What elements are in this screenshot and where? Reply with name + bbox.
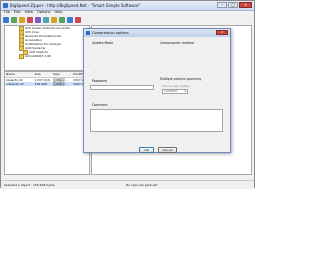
update-mode-option[interactable]: – xyxy=(94,51,96,55)
compression-options-dialog: Compression options ✕ Update Mode Compre… xyxy=(83,28,231,153)
toolbar-button-2[interactable] xyxy=(11,17,17,23)
status-bar: Selected 1 object : 156 608 bytes No ope… xyxy=(1,180,254,189)
compression-method-option[interactable]: – xyxy=(164,51,166,55)
status-selection: Selected 1 object : 156 608 bytes xyxy=(4,183,55,187)
toolbar-button-4[interactable] xyxy=(27,17,33,23)
folder-icon xyxy=(19,53,24,59)
tree-item[interactable]: AdminNWAT 2.98 xyxy=(5,53,89,59)
maximize-button[interactable]: □ xyxy=(228,2,238,8)
comment-label: Comment xyxy=(92,103,108,107)
toolbar-button-1[interactable] xyxy=(3,17,9,23)
toolbar-button-5[interactable] xyxy=(35,17,41,23)
volume-size-select[interactable]: 1440000 ▾ xyxy=(162,89,188,94)
folder-tree[interactable]: AVS Amber Outlook Converter AVS Vrue Abs… xyxy=(4,25,90,71)
file-row[interactable]: cdeap32.dll 156 608 应用程序... 2007-01-01 xyxy=(5,82,89,86)
update-mode-option[interactable]: – xyxy=(94,60,96,64)
app-icon xyxy=(3,3,8,8)
dialog-icon xyxy=(86,31,90,35)
volume-size-placeholder: Volume size (bytes) xyxy=(162,84,190,88)
status-archive: No open zip pack.zpf xyxy=(126,183,158,187)
file-list[interactable]: Name Size Type Modified bleep32.dll 1 00… xyxy=(4,71,90,175)
toolbar-button-9[interactable] xyxy=(67,17,73,23)
minimize-button[interactable]: – xyxy=(217,2,227,8)
dialog-close-button[interactable]: ✕ xyxy=(216,30,228,35)
multiple-volume-label: Multiple volume spanning xyxy=(160,77,202,81)
ok-button[interactable]: OK xyxy=(139,147,154,153)
column-size[interactable]: Size xyxy=(34,72,52,77)
update-mode-label: Update Mode xyxy=(92,41,114,45)
toolbar-button-10[interactable] xyxy=(75,17,81,23)
dialog-title: Compression options xyxy=(92,31,129,35)
update-mode-option[interactable]: – xyxy=(94,69,96,73)
dialog-title-bar[interactable]: Compression options ✕ xyxy=(84,29,230,37)
toolbar-button-3[interactable] xyxy=(19,17,25,23)
toolbar-button-7[interactable] xyxy=(51,17,57,23)
toolbar-button-6[interactable] xyxy=(43,17,49,23)
close-button[interactable]: ✕ xyxy=(239,2,252,8)
column-type[interactable]: Type xyxy=(52,72,72,77)
password-label: Password xyxy=(92,79,107,83)
compression-method-label: Compression method xyxy=(160,41,195,45)
compression-method-option[interactable]: – xyxy=(164,60,166,64)
password-input[interactable] xyxy=(90,85,154,90)
cancel-button[interactable]: Cancel xyxy=(158,147,177,153)
window-title: BigSpeed Zipper - http://BigSpeed.Net - … xyxy=(10,3,141,8)
comment-textarea[interactable] xyxy=(90,109,223,132)
toolbar xyxy=(1,16,254,25)
column-name[interactable]: Name xyxy=(5,72,34,77)
window-buttons: – □ ✕ xyxy=(217,2,252,8)
compression-method-option[interactable]: – xyxy=(164,69,166,73)
chevron-down-icon: ▾ xyxy=(184,89,186,93)
toolbar-button-8[interactable] xyxy=(59,17,65,23)
